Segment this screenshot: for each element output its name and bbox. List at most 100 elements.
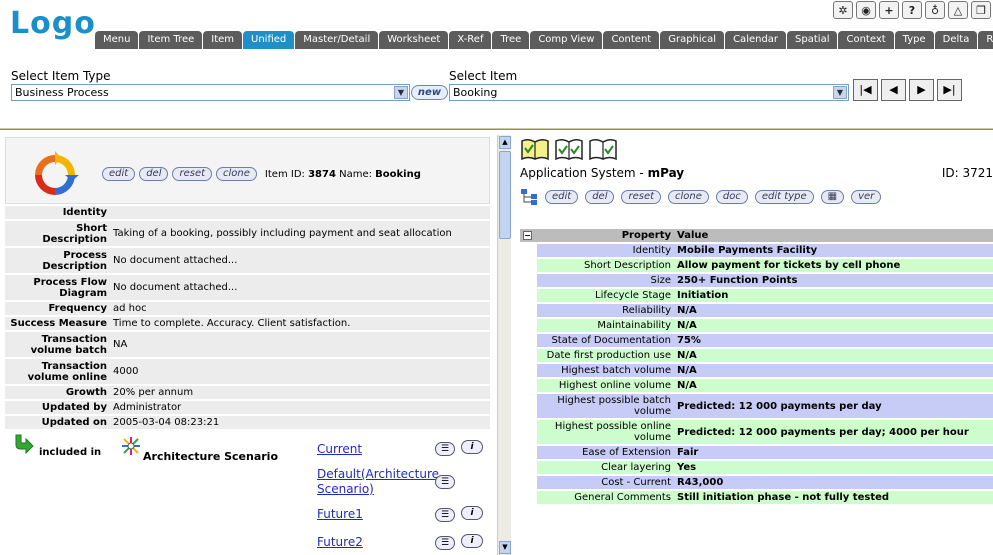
- edit-button[interactable]: edit: [545, 190, 579, 204]
- item-id-value: 3874: [308, 168, 336, 180]
- property-label: Ease of Extension: [537, 446, 674, 459]
- hierarchy-icon[interactable]: [520, 188, 538, 206]
- table-row: Short Description Allow payment for ticke…: [520, 259, 993, 272]
- tab-menu[interactable]: Menu: [95, 31, 139, 49]
- chevron-down-icon[interactable]: ▼: [394, 86, 408, 99]
- delete-button[interactable]: del: [585, 190, 615, 204]
- tab-comp-view[interactable]: Comp View: [530, 31, 603, 49]
- scroll-up-icon[interactable]: ▲: [499, 136, 511, 149]
- clone-button[interactable]: clone: [216, 167, 257, 181]
- scroll-down-icon[interactable]: ▼: [499, 541, 511, 554]
- item-type-select[interactable]: Business Process ▼: [11, 84, 410, 101]
- help-icon[interactable]: ?: [902, 1, 922, 19]
- grid-button[interactable]: ▦: [820, 190, 845, 204]
- ship-wheel-icon[interactable]: ✲: [833, 1, 853, 19]
- reset-button[interactable]: reset: [172, 167, 213, 181]
- row-gutter: [520, 420, 537, 444]
- property-value: Predicted: 12 000 payments per day: [674, 394, 993, 418]
- reset-button[interactable]: reset: [621, 190, 662, 204]
- relation-link-default[interactable]: Default(Architecture Scenario): [317, 467, 439, 497]
- previous-record-icon[interactable]: ◀: [881, 79, 906, 101]
- property-value: ad hoc: [110, 302, 490, 315]
- property-label: Process Description: [5, 248, 110, 273]
- included-in-arrow-icon: [15, 434, 34, 455]
- table-row: Reliability N/A: [520, 304, 993, 317]
- table-row: Growth 20% per annum: [5, 386, 490, 399]
- collapse-cell[interactable]: −: [520, 229, 537, 242]
- item-type-value: Business Process: [15, 86, 109, 99]
- pin-icon[interactable]: ♁: [925, 1, 945, 19]
- item-select[interactable]: Booking ▼: [449, 84, 849, 101]
- tab-item[interactable]: Item: [203, 31, 243, 49]
- globe-color-icon[interactable]: ◉: [856, 1, 876, 19]
- tab-tree[interactable]: Tree: [492, 31, 530, 49]
- tab-calendar[interactable]: Calendar: [725, 31, 787, 49]
- table-row: Process Flow Diagram No document attached…: [5, 275, 490, 300]
- relation-link-future2[interactable]: Future2: [317, 535, 363, 550]
- item-header: edit del reset clone Item ID: 3874 Name:…: [5, 137, 490, 204]
- open-book-highlight-icon[interactable]: [520, 137, 550, 161]
- table-row: Identity: [5, 206, 490, 219]
- relation-info-icon[interactable]: i: [461, 506, 483, 520]
- tab-worksheet[interactable]: Worksheet: [379, 31, 449, 49]
- property-label: Identity: [5, 206, 110, 219]
- relation-menu-icon[interactable]: ☰: [435, 508, 455, 522]
- property-label: Highest batch volume: [537, 364, 674, 377]
- doc-button[interactable]: doc: [715, 190, 748, 204]
- delete-button[interactable]: del: [139, 167, 169, 181]
- last-record-icon[interactable]: ▶|: [937, 79, 962, 101]
- tab-repo[interactable]: Repo: [978, 31, 993, 49]
- edit-button[interactable]: edit: [102, 167, 136, 181]
- copy-icon[interactable]: ❐: [971, 1, 991, 19]
- clone-button[interactable]: clone: [668, 190, 709, 204]
- relation-menu-icon[interactable]: ☰: [435, 475, 455, 489]
- tab-delta[interactable]: Delta: [934, 31, 978, 49]
- tab-master-detail[interactable]: Master/Detail: [295, 31, 379, 49]
- table-row: Short Description Taking of a booking, po…: [5, 221, 490, 246]
- property-label: Clear layering: [537, 461, 674, 474]
- chevron-down-icon[interactable]: ▼: [833, 86, 847, 99]
- property-label: Success Measure: [5, 317, 110, 330]
- triangle-icon[interactable]: △: [948, 1, 968, 19]
- tab-context[interactable]: Context: [838, 31, 894, 49]
- relation-menu-icon[interactable]: ☰: [435, 536, 455, 550]
- table-row: Cost - Current R43,000: [520, 476, 993, 489]
- tab-unified[interactable]: Unified: [243, 31, 295, 49]
- left-scrollbar[interactable]: ▲ ▼: [497, 135, 511, 555]
- property-label: Frequency: [5, 302, 110, 315]
- open-book-check-icon[interactable]: [554, 137, 584, 161]
- relation-link-current[interactable]: Current: [317, 442, 362, 457]
- table-row: Transaction volume batch NA: [5, 332, 490, 357]
- property-label: Process Flow Diagram: [5, 275, 110, 300]
- application-title: Application System - mPay: [520, 166, 684, 180]
- first-record-icon[interactable]: |◀: [853, 79, 878, 101]
- tab-type[interactable]: Type: [894, 31, 934, 49]
- tab-item-tree[interactable]: Item Tree: [139, 31, 203, 49]
- tab-content[interactable]: Content: [603, 31, 660, 49]
- row-gutter: [520, 491, 537, 504]
- property-label: Lifecycle Stage: [537, 289, 674, 302]
- new-button[interactable]: new: [411, 85, 448, 100]
- item-label: Select Item: [449, 69, 518, 83]
- collapse-icon[interactable]: −: [523, 231, 532, 240]
- property-label: Maintainability: [537, 319, 674, 332]
- property-label: Updated on: [5, 416, 110, 429]
- relation-menu-icon[interactable]: ☰: [435, 442, 455, 456]
- row-gutter: [520, 334, 537, 347]
- table-row: Highest batch volume N/A: [520, 364, 993, 377]
- version-button[interactable]: ver: [851, 190, 882, 204]
- relation-info-icon[interactable]: i: [461, 534, 483, 548]
- relation-info-icon[interactable]: i: [461, 440, 483, 454]
- row-gutter: [520, 476, 537, 489]
- panel-divider: [0, 128, 993, 130]
- tab-spatial[interactable]: Spatial: [787, 31, 838, 49]
- relation-link-future1[interactable]: Future1: [317, 507, 363, 522]
- next-record-icon[interactable]: ▶: [909, 79, 934, 101]
- scrollbar-thumb[interactable]: [499, 151, 511, 239]
- tab-graphical[interactable]: Graphical: [660, 31, 725, 49]
- open-book-icon[interactable]: [588, 137, 618, 161]
- plus-icon[interactable]: +: [879, 1, 899, 19]
- tab-x-ref[interactable]: X-Ref: [449, 31, 492, 49]
- property-value: 75%: [674, 334, 993, 347]
- edit-type-button[interactable]: edit type: [754, 190, 814, 204]
